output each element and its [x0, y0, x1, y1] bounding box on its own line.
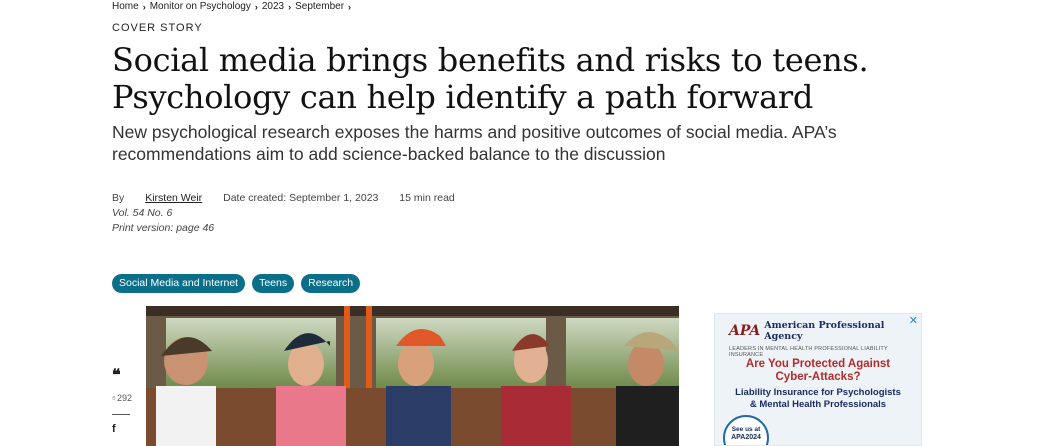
advertisement[interactable]: ✕ APA American Professional Agency LEADE… — [714, 313, 922, 446]
breadcrumb: Home › Monitor on Psychology › 2023 › Se… — [112, 0, 351, 13]
ad-sub-line-1: Liability Insurance for Psychologists — [735, 387, 901, 398]
chevron-right-icon: › — [142, 1, 146, 12]
ad-sub-line-2: & Mental Health Professionals — [749, 399, 887, 410]
ad-badge-line-2: APA2024 — [731, 434, 761, 441]
ad-logo: APA American Professional Agency — [729, 320, 921, 342]
title-line-2: Psychology can help identify a path forw… — [112, 78, 814, 116]
ad-headline-line-1: Are You Protected Against — [745, 358, 891, 370]
topic-tags: Social Media and Internet Teens Research — [112, 274, 361, 293]
ad-subheadline: Liability Insurance for Psychologists & … — [715, 387, 921, 411]
volume-info: Vol. 54 No. 6 — [112, 207, 173, 219]
teens-on-phones-photo — [146, 306, 679, 446]
ad-badge: See us at APA2024 — [723, 415, 769, 445]
breadcrumb-home[interactable]: Home — [112, 1, 139, 12]
clap-icon — [112, 396, 116, 400]
page-subtitle: New psychological research exposes the h… — [112, 122, 837, 164]
share-divider — [112, 414, 130, 415]
ad-badge-line-1: See us at — [731, 426, 761, 433]
breadcrumb-month[interactable]: September — [295, 1, 344, 12]
ad-tagline: LEADERS IN MENTAL HEALTH PROFESSIONAL LI… — [729, 346, 888, 358]
page-title: Social media brings benefits and risks t… — [112, 42, 932, 116]
print-version: Print version: page 46 — [112, 222, 215, 234]
share-rail: ❝ 292 f — [112, 367, 132, 435]
chevron-right-icon: › — [288, 1, 292, 12]
article-meta: By Kirsten Weir Date created: September … — [112, 191, 473, 236]
clap-button[interactable]: 292 — [112, 392, 132, 404]
hero-image — [146, 306, 679, 446]
chevron-right-icon: › — [348, 1, 352, 12]
byline: By Kirsten Weir — [112, 192, 202, 204]
tag-social-media[interactable]: Social Media and Internet — [112, 274, 246, 293]
ad-headline-line-2: Cyber-Attacks? — [775, 371, 861, 383]
quote-icon[interactable]: ❝ — [112, 367, 132, 383]
ad-headline: Are You Protected Against Cyber-Attacks? — [715, 358, 921, 384]
author-link[interactable]: Kirsten Weir — [145, 192, 202, 204]
ad-agency-name: American Professional Agency — [764, 320, 885, 342]
breadcrumb-year[interactable]: 2023 — [262, 1, 284, 12]
tag-research[interactable]: Research — [301, 274, 361, 293]
breadcrumb-monitor[interactable]: Monitor on Psychology — [150, 1, 251, 12]
chevron-right-icon: › — [254, 1, 258, 12]
tag-teens[interactable]: Teens — [252, 274, 295, 293]
by-label: By — [112, 192, 125, 204]
facebook-icon[interactable]: f — [112, 423, 132, 435]
date-created: Date created: September 1, 2023 — [223, 192, 379, 204]
clap-count: 292 — [116, 393, 132, 403]
section-kicker: COVER STORY — [112, 22, 203, 34]
title-line-1: Social media brings benefits and risks t… — [112, 41, 869, 79]
apa-logo: APA — [729, 323, 761, 339]
read-time: 15 min read — [399, 192, 455, 204]
